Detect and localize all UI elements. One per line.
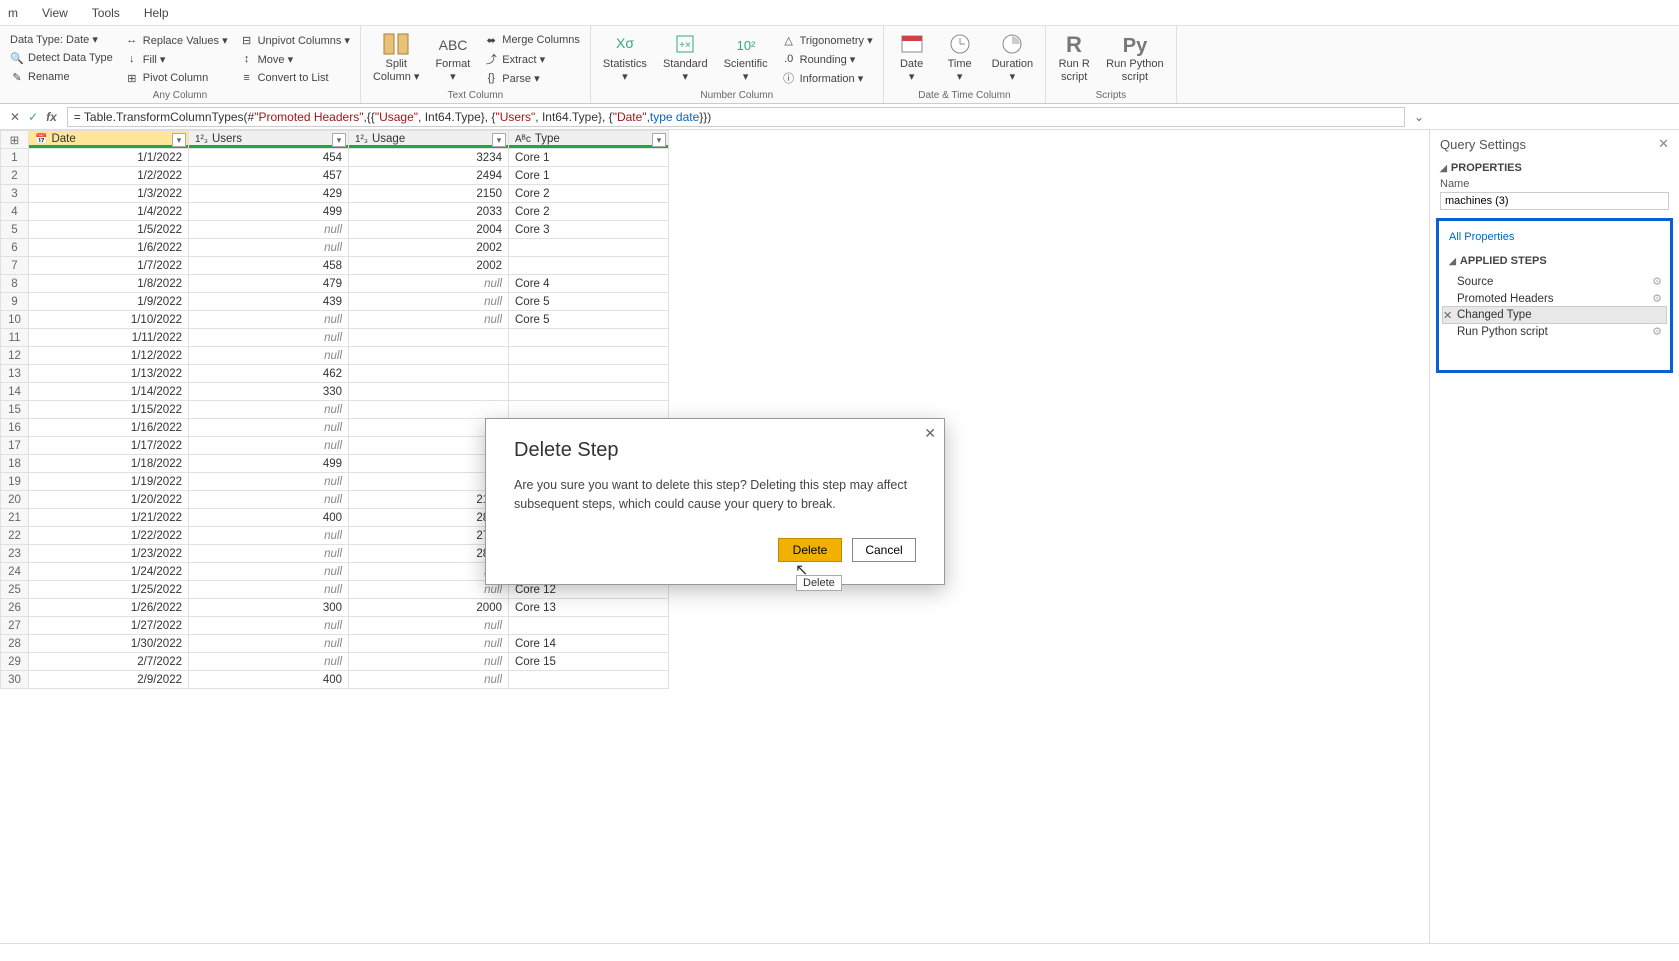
delete-tooltip: Delete	[796, 575, 842, 591]
dialog-title: Delete Step	[514, 439, 916, 462]
delete-step-dialog: ✕ Delete Step Are you sure you want to d…	[485, 418, 945, 585]
cancel-button[interactable]: Cancel	[852, 538, 916, 562]
dialog-text: Are you sure you want to delete this ste…	[514, 476, 916, 514]
dialog-close-icon[interactable]: ✕	[924, 425, 936, 442]
delete-button[interactable]: Delete	[778, 538, 842, 562]
modal-overlay: ✕ Delete Step Are you sure you want to d…	[0, 0, 1679, 961]
